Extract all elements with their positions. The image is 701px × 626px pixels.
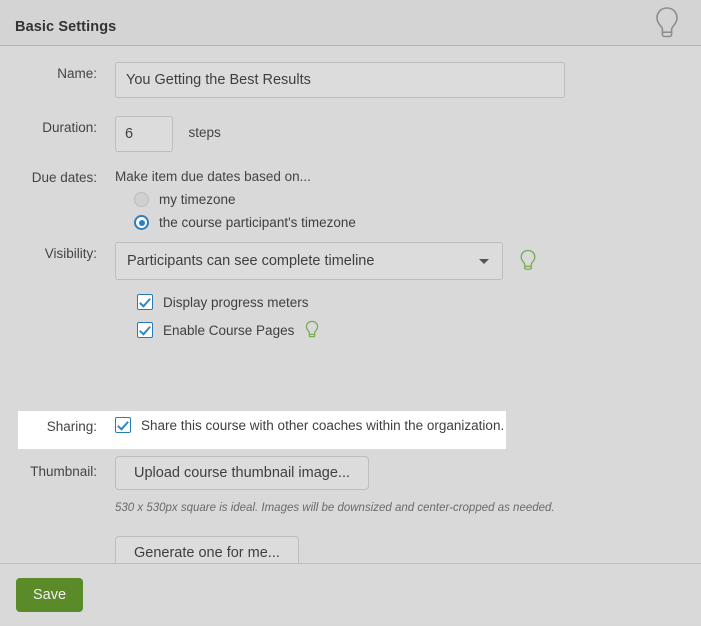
page-header: Basic Settings [0, 0, 701, 46]
radio-option-participant-timezone[interactable]: the course participant's timezone [134, 215, 356, 230]
name-label: Name: [57, 66, 97, 81]
radio-option-my-timezone[interactable]: my timezone [134, 192, 356, 207]
checkbox-row-progress-meters[interactable]: Display progress meters [137, 294, 539, 310]
basic-settings-page: Basic Settings Name: Duration: steps [0, 0, 701, 626]
duration-field-wrap: steps [115, 116, 221, 152]
duration-row: Duration: steps [0, 116, 701, 152]
thumbnail-label: Thumbnail: [30, 464, 97, 479]
sharing-row: Sharing: Share this course with other co… [0, 417, 701, 434]
page-footer: Save [0, 563, 701, 625]
radio-my-timezone[interactable] [134, 192, 149, 207]
visibility-select[interactable]: Participants can see complete timeline [115, 242, 503, 280]
visibility-label: Visibility: [44, 246, 97, 261]
due-dates-row: Due dates: Make item due dates based on.… [0, 166, 701, 230]
save-button[interactable]: Save [16, 578, 84, 612]
radio-my-timezone-label: my timezone [159, 192, 236, 207]
checkbox-share-course[interactable] [115, 417, 131, 433]
duration-label: Duration: [42, 120, 97, 135]
checkbox-enable-course-pages[interactable] [137, 322, 153, 338]
lightbulb-icon[interactable] [303, 319, 321, 341]
radio-participant-timezone-label: the course participant's timezone [159, 215, 356, 230]
lightbulb-icon[interactable] [647, 3, 687, 43]
thumbnail-row: Thumbnail: Upload course thumbnail image… [0, 456, 701, 570]
duration-input[interactable] [115, 116, 173, 152]
due-dates-intro: Make item due dates based on... [115, 169, 311, 184]
sharing-label: Sharing: [46, 419, 97, 434]
visibility-select-wrap: Participants can see complete timeline [115, 242, 503, 280]
thumbnail-hint: 530 x 530px square is ideal. Images will… [115, 502, 555, 514]
checkbox-enable-course-pages-label: Enable Course Pages [163, 322, 295, 338]
upload-thumbnail-button[interactable]: Upload course thumbnail image... [115, 456, 370, 490]
lightbulb-icon[interactable] [517, 248, 539, 274]
checkbox-share-course-label: Share this course with other coaches wit… [141, 417, 505, 433]
due-dates-options: Make item due dates based on... my timez… [115, 166, 356, 230]
checkbox-row-sharing[interactable]: Share this course with other coaches wit… [115, 417, 504, 433]
radio-participant-timezone[interactable] [134, 215, 149, 230]
thumbnail-field-wrap: Upload course thumbnail image... 530 x 5… [115, 456, 555, 570]
checkbox-display-progress-meters-label: Display progress meters [163, 294, 309, 310]
visibility-row: Visibility: Participants can see complet… [0, 242, 701, 341]
due-dates-label: Due dates: [31, 170, 97, 185]
settings-form: Name: Duration: steps Due dates: Make it… [0, 46, 701, 570]
checkbox-display-progress-meters[interactable] [137, 294, 153, 310]
checkbox-row-course-pages[interactable]: Enable Course Pages [137, 319, 539, 341]
name-row: Name: [0, 62, 701, 98]
page-title: Basic Settings [15, 19, 117, 35]
sharing-field-wrap: Share this course with other coaches wit… [115, 417, 504, 433]
name-input[interactable] [115, 62, 565, 98]
name-field-wrap [115, 62, 565, 98]
duration-unit-label: steps [188, 125, 221, 140]
visibility-field-wrap: Participants can see complete timeline D… [115, 242, 539, 341]
